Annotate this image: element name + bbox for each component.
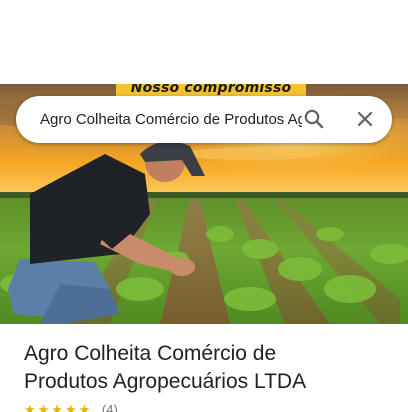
review-count: (4) bbox=[101, 402, 118, 412]
search-icon[interactable] bbox=[302, 107, 326, 131]
close-icon[interactable] bbox=[353, 107, 377, 131]
place-title-line1: Agro Colheita Comércio de bbox=[24, 342, 277, 365]
search-input[interactable] bbox=[40, 104, 302, 135]
rating-row[interactable]: ★★★★★ (4) bbox=[24, 402, 224, 412]
map-top-area bbox=[0, 0, 408, 84]
place-title: Agro Colheita Comércio de Produtos Agrop… bbox=[24, 340, 394, 396]
place-title-line2: Produtos Agropecuários LTDA bbox=[24, 370, 307, 393]
banner-text: Nosso compromisso bbox=[130, 84, 292, 96]
rating-stars: ★★★★★ bbox=[24, 402, 93, 412]
search-bar[interactable] bbox=[16, 96, 392, 143]
